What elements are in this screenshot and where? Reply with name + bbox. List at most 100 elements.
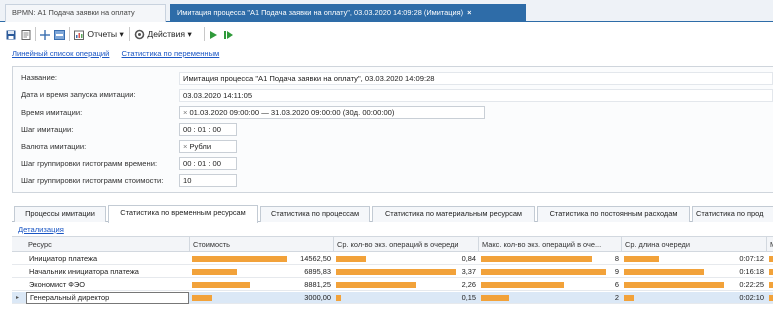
max-queue-cell: 9 bbox=[614, 267, 619, 276]
tab-process-stats[interactable]: Статистика по процессам bbox=[260, 206, 370, 222]
avg-queue-cell: 2,26 bbox=[461, 280, 476, 289]
max-queue-bar bbox=[481, 256, 592, 262]
tab-more-stats[interactable]: Статистика по прод bbox=[692, 206, 773, 222]
avg-queue-bar bbox=[336, 282, 416, 288]
avg-queue-bar bbox=[336, 256, 366, 262]
simulation-time-label: Время имитации: bbox=[21, 108, 83, 117]
currency-label: Валюта имитации: bbox=[21, 142, 87, 151]
linear-operations-list-link[interactable]: Линейный список операций bbox=[12, 49, 109, 58]
save-icon[interactable] bbox=[6, 27, 16, 41]
simulation-time-value: 01.03.2020 09:00:00 — 31.03.2020 09:00:0… bbox=[189, 108, 395, 117]
currency-field[interactable]: × Рубли bbox=[179, 140, 237, 153]
simulation-step-label: Шаг имитации: bbox=[21, 125, 74, 134]
start-datetime-label: Дата и время запуска имитации: bbox=[21, 90, 136, 99]
tab-fixed-cost-stats[interactable]: Статистика по постоянным расходам bbox=[537, 206, 690, 222]
cost-cell: 6895,83 bbox=[304, 267, 331, 276]
simulation-properties: Название: Дата и время запуска имитации:… bbox=[12, 66, 773, 193]
simulation-step-field[interactable]: 00 : 01 : 00 bbox=[179, 123, 237, 136]
column-header-avg-queue-length[interactable]: Ср. длина очереди bbox=[622, 237, 767, 252]
resource-name-cell[interactable]: Инициатор платежа bbox=[26, 253, 189, 265]
cost-cell: 14562,50 bbox=[300, 254, 331, 263]
name-label: Название: bbox=[21, 73, 58, 82]
resource-stats-table: Ресурс Стоимость Ср. кол-во экз. операци… bbox=[12, 236, 773, 306]
currency-value: Рубли bbox=[189, 142, 212, 151]
clear-icon[interactable]: × bbox=[183, 142, 187, 151]
properties-icon[interactable] bbox=[21, 27, 31, 41]
max-queue-bar bbox=[481, 295, 509, 301]
cost-bar bbox=[192, 295, 212, 301]
chevron-down-icon: ▾ bbox=[119, 29, 124, 39]
column-header-more[interactable]: М bbox=[767, 237, 773, 252]
max-queue-cell: 2 bbox=[614, 293, 619, 302]
max-queue-cell: 6 bbox=[614, 280, 619, 289]
cost-histogram-step-label: Шаг группировки гистограмм стоимости: bbox=[21, 176, 164, 185]
max-queue-bar bbox=[481, 282, 564, 288]
reports-menu-label: Отчеты bbox=[87, 29, 118, 39]
avg-length-cell: 0:16:18 bbox=[739, 267, 764, 276]
more-column-bar bbox=[769, 282, 773, 288]
close-icon[interactable]: × bbox=[467, 8, 471, 17]
table-row[interactable]: Начальник инициатора платежа 6895,83 3,37 9… bbox=[12, 266, 773, 278]
avg-queue-cell: 0,15 bbox=[461, 293, 476, 302]
detail-link[interactable]: Детализация bbox=[18, 225, 64, 234]
tab-bpmn-diagram[interactable]: BPMN: А1 Подача заявки на оплату bbox=[5, 4, 166, 22]
cost-bar bbox=[192, 269, 237, 275]
variable-statistics-link[interactable]: Статистика по переменным bbox=[122, 49, 220, 58]
avg-length-bar bbox=[624, 269, 704, 275]
time-histogram-step-field[interactable]: 00 : 01 : 00 bbox=[179, 157, 237, 170]
tab-time-resource-stats[interactable]: Статистика по временным ресурсам bbox=[108, 205, 258, 223]
avg-length-cell: 0:02:10 bbox=[739, 293, 764, 302]
start-datetime-value: 03.03.2020 14:11:05 bbox=[179, 89, 773, 102]
more-column-bar bbox=[769, 256, 773, 262]
avg-queue-cell: 3,37 bbox=[461, 267, 476, 276]
cost-histogram-step-field[interactable]: 10 bbox=[179, 174, 237, 187]
statistics-tabs: Процессы имитации Статистика по временны… bbox=[12, 205, 773, 223]
cost-cell: 8881,25 bbox=[304, 280, 331, 289]
tab-simulation-processes[interactable]: Процессы имитации bbox=[14, 206, 106, 222]
name-value: Имитация процесса "А1 Подача заявки на о… bbox=[179, 72, 773, 85]
more-column-bar bbox=[769, 269, 773, 275]
toolbar: Отчеты ▾ Действия ▾ bbox=[0, 23, 773, 45]
column-header-resource[interactable]: Ресурс bbox=[12, 237, 190, 252]
table-row[interactable]: Инициатор платежа 14562,50 0,84 8 0:07:12 bbox=[12, 253, 773, 265]
avg-queue-bar bbox=[336, 295, 341, 301]
max-queue-cell: 8 bbox=[614, 254, 619, 263]
avg-queue-cell: 0,84 bbox=[461, 254, 476, 263]
resource-name-cell[interactable]: Экономист ФЭО bbox=[26, 279, 189, 291]
chevron-down-icon: ▾ bbox=[187, 29, 192, 39]
column-header-avg-queue-ops[interactable]: Ср. кол-во экз. операций в очереди bbox=[334, 237, 479, 252]
clear-icon[interactable]: × bbox=[183, 108, 187, 117]
play-icon[interactable] bbox=[209, 27, 218, 41]
table-row[interactable]: Экономист ФЭО 8881,25 2,26 6 0:22:25 bbox=[12, 279, 773, 291]
avg-length-bar bbox=[624, 256, 659, 262]
resource-name-cell[interactable]: Начальник инициатора платежа bbox=[26, 266, 189, 278]
document-tab-strip: BPMN: А1 Подача заявки на оплату Имитаци… bbox=[0, 0, 773, 22]
view-links: Линейный список операций Статистика по п… bbox=[12, 49, 219, 58]
time-histogram-step-label: Шаг группировки гистограмм времени: bbox=[21, 159, 158, 168]
cost-bar bbox=[192, 256, 287, 262]
tab-material-resource-stats[interactable]: Статистика по материальным ресурсам bbox=[372, 206, 535, 222]
column-header-cost[interactable]: Стоимость bbox=[190, 237, 334, 252]
tab-simulation[interactable]: Имитация процесса "А1 Подача заявки на о… bbox=[170, 4, 526, 22]
cost-cell: 3000,00 bbox=[304, 293, 331, 302]
more-column-bar bbox=[769, 295, 773, 301]
column-header-max-queue-ops[interactable]: Макс. кол-во экз. операций в оче... bbox=[479, 237, 622, 252]
resource-name-cell[interactable]: Генеральный директор bbox=[26, 292, 189, 304]
actions-menu-label: Действия bbox=[147, 29, 186, 39]
tab-simulation-label: Имитация процесса "А1 Подача заявки на о… bbox=[177, 8, 464, 17]
table-row[interactable]: ▸ Генеральный директор 3000,00 0,15 2 0:02:10 bbox=[12, 292, 773, 304]
max-queue-bar bbox=[481, 269, 606, 275]
step-forward-icon[interactable] bbox=[223, 27, 234, 41]
filter-icon[interactable] bbox=[54, 27, 65, 41]
avg-length-bar bbox=[624, 295, 634, 301]
actions-menu[interactable]: Действия ▾ bbox=[134, 27, 192, 41]
row-pointer-icon: ▸ bbox=[16, 295, 20, 301]
table-header: Ресурс Стоимость Ср. кол-во экз. операци… bbox=[12, 237, 773, 252]
split-icon[interactable] bbox=[40, 27, 50, 41]
avg-length-bar bbox=[624, 282, 724, 288]
simulation-time-field[interactable]: × 01.03.2020 09:00:00 — 31.03.2020 09:00:… bbox=[179, 106, 485, 119]
avg-queue-bar bbox=[336, 269, 456, 275]
reports-menu[interactable]: Отчеты ▾ bbox=[74, 27, 124, 41]
cost-bar bbox=[192, 282, 250, 288]
avg-length-cell: 0:22:25 bbox=[739, 280, 764, 289]
